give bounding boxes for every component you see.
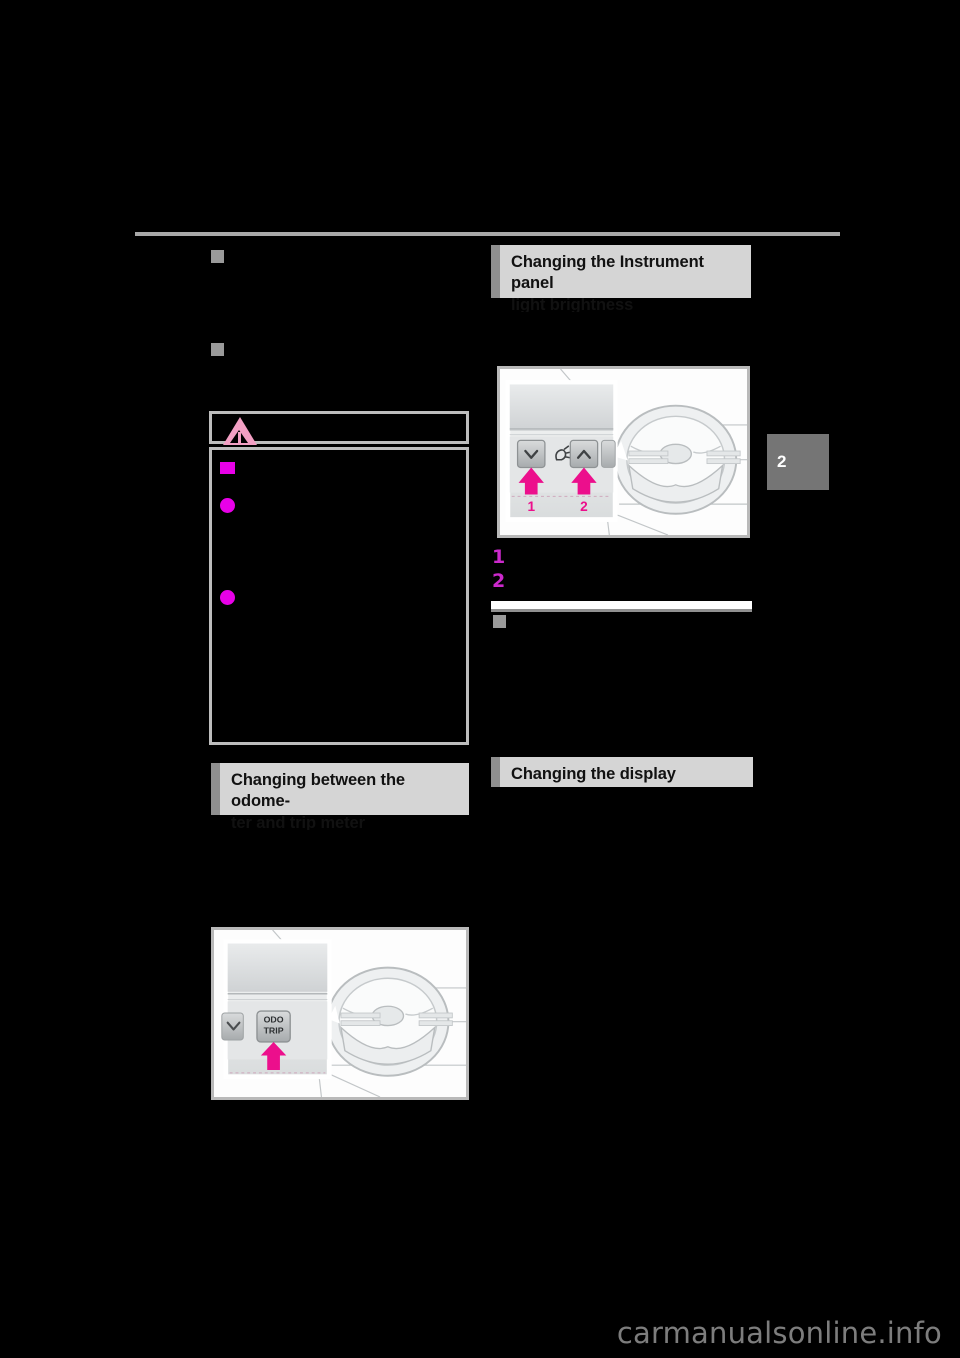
svg-text:1: 1	[527, 499, 535, 514]
subsection-rule-line	[491, 609, 752, 612]
section-marker-2	[211, 343, 224, 356]
subsection-rule	[491, 601, 752, 612]
subsection-heading-text	[510, 613, 755, 629]
odometer-body-text	[211, 830, 479, 910]
step-text-2	[512, 570, 759, 588]
illustration-brightness-switches: 1 2	[497, 366, 750, 538]
caution-title	[268, 420, 458, 440]
svg-text:ODO: ODO	[264, 1015, 284, 1025]
page-top-rule	[135, 232, 840, 236]
section-marker-1	[211, 250, 224, 263]
changing-display-body-text	[491, 800, 759, 920]
caution-body	[209, 447, 469, 745]
heading-changing-the-display: Changing the display	[491, 757, 753, 787]
caution-header	[209, 411, 469, 445]
heading-accent-bar	[211, 763, 220, 815]
step-number-2: 2	[492, 570, 506, 592]
illustration-odo-trip: ODO TRIP	[211, 927, 469, 1100]
heading-odometer-trip-meter: Changing between the odome- ter and trip…	[211, 763, 469, 832]
step-text-1	[512, 546, 759, 564]
brightness-illustration-svg: 1 2	[500, 369, 747, 535]
heading-instrument-panel-brightness: Changing the Instrument panel light brig…	[491, 245, 751, 314]
warning-exclamation-icon	[238, 432, 241, 443]
caution-bullet-icon-1	[220, 498, 235, 513]
heading-odometer-trip-meter-label: Changing between the odome- ter and trip…	[231, 771, 406, 832]
manual-page: Changing between the odome- ter and trip…	[0, 0, 960, 1358]
heading-accent-bar-2	[491, 245, 500, 298]
caution-bullet-icon-2	[220, 590, 235, 605]
svg-text:TRIP: TRIP	[264, 1025, 284, 1035]
caution-bullet-text-2	[242, 586, 457, 736]
section-body-2	[211, 365, 479, 399]
heading-accent-bar-3	[491, 757, 500, 787]
caution-box	[209, 411, 469, 745]
subsection-body-text	[491, 636, 759, 746]
section-body-1	[211, 272, 479, 324]
heading-instrument-panel-brightness-label: Changing the Instrument panel light brig…	[511, 253, 704, 314]
chapter-tab: 2	[767, 434, 829, 490]
caution-bullet-text-1	[242, 494, 457, 582]
section-heading-1-text	[228, 248, 478, 264]
odo-trip-illustration-svg: ODO TRIP	[214, 930, 466, 1097]
caution-subhead	[242, 458, 457, 478]
caution-square-bullet-icon	[220, 462, 235, 474]
brightness-intro-text	[491, 312, 759, 358]
section-heading-2-text	[228, 341, 478, 357]
heading-changing-the-display-label: Changing the display	[511, 765, 676, 783]
step-number-1: 1	[492, 546, 506, 568]
subsection-marker	[493, 615, 506, 628]
site-watermark: carmanualsonline.info	[616, 1316, 942, 1350]
svg-text:2: 2	[580, 499, 588, 514]
